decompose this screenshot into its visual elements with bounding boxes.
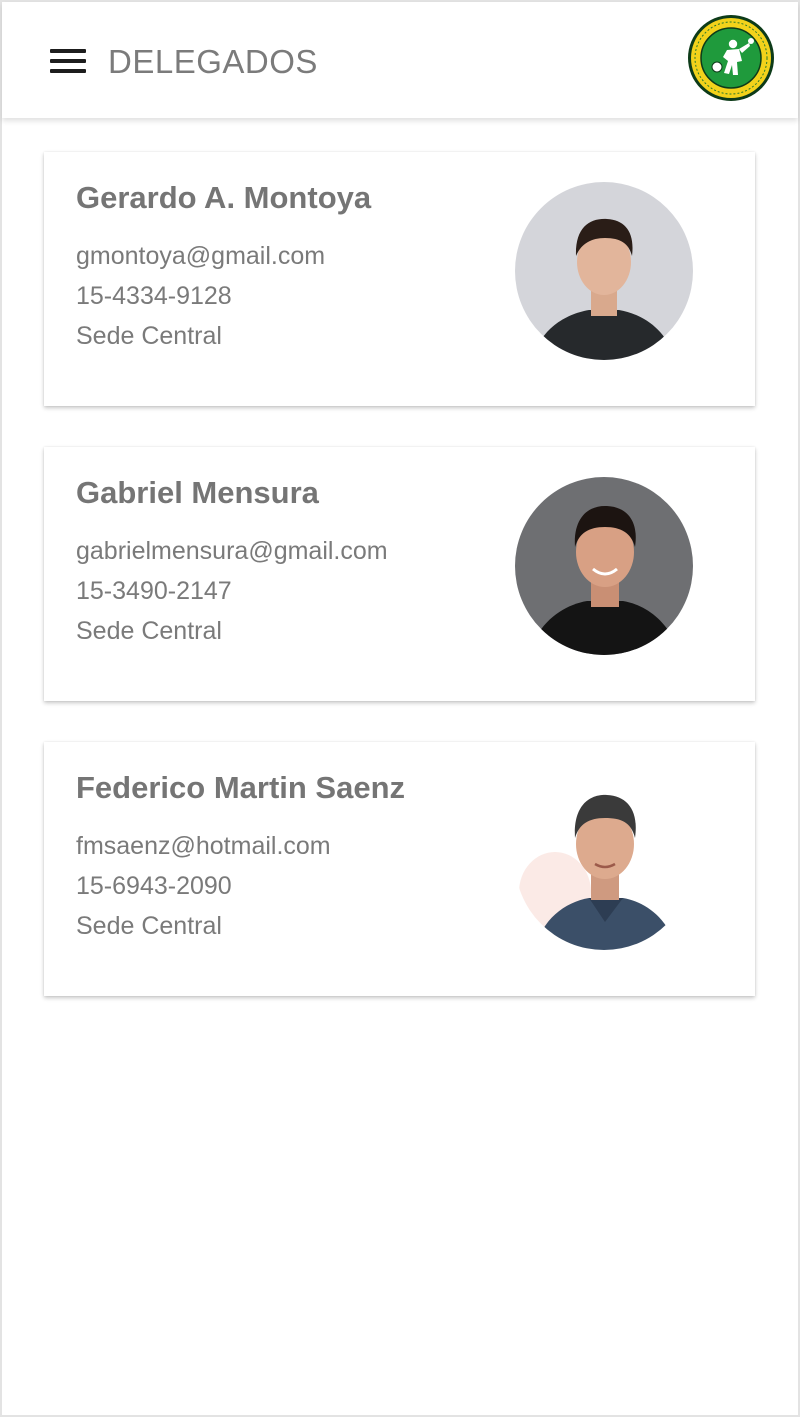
- club-crest-logo[interactable]: [687, 13, 775, 103]
- delegate-avatar: [515, 477, 693, 655]
- delegate-email[interactable]: gabrielmensura@gmail.com: [76, 537, 388, 566]
- delegate-phone[interactable]: 15-4334-9128: [76, 282, 232, 311]
- delegate-card[interactable]: Gerardo A. Montoya gmontoya@gmail.com 15…: [44, 152, 755, 406]
- app-bar: DELEGADOS: [2, 2, 798, 118]
- delegate-location: Sede Central: [76, 617, 222, 645]
- delegate-card[interactable]: Federico Martin Saenz fmsaenz@hotmail.co…: [44, 742, 755, 996]
- hamburger-menu-icon[interactable]: [46, 42, 90, 82]
- delegate-phone[interactable]: 15-6943-2090: [76, 872, 232, 901]
- delegate-email[interactable]: fmsaenz@hotmail.com: [76, 832, 331, 861]
- delegate-email[interactable]: gmontoya@gmail.com: [76, 242, 325, 271]
- delegate-avatar: [515, 182, 693, 360]
- delegate-avatar: [515, 772, 693, 950]
- delegate-location: Sede Central: [76, 912, 222, 940]
- delegate-name: Gerardo A. Montoya: [76, 180, 372, 215]
- delegate-card[interactable]: Gabriel Mensura gabrielmensura@gmail.com…: [44, 447, 755, 701]
- app-frame: DELEGADOS Gerardo A. Montoya gmontoya@gm…: [0, 0, 800, 1417]
- delegate-name: Federico Martin Saenz: [76, 770, 406, 805]
- delegates-list: Gerardo A. Montoya gmontoya@gmail.com 15…: [2, 118, 798, 1415]
- delegate-name: Gabriel Mensura: [76, 475, 319, 510]
- page-title: DELEGADOS: [108, 43, 318, 80]
- delegate-location: Sede Central: [76, 322, 222, 350]
- delegate-phone[interactable]: 15-3490-2147: [76, 577, 232, 606]
